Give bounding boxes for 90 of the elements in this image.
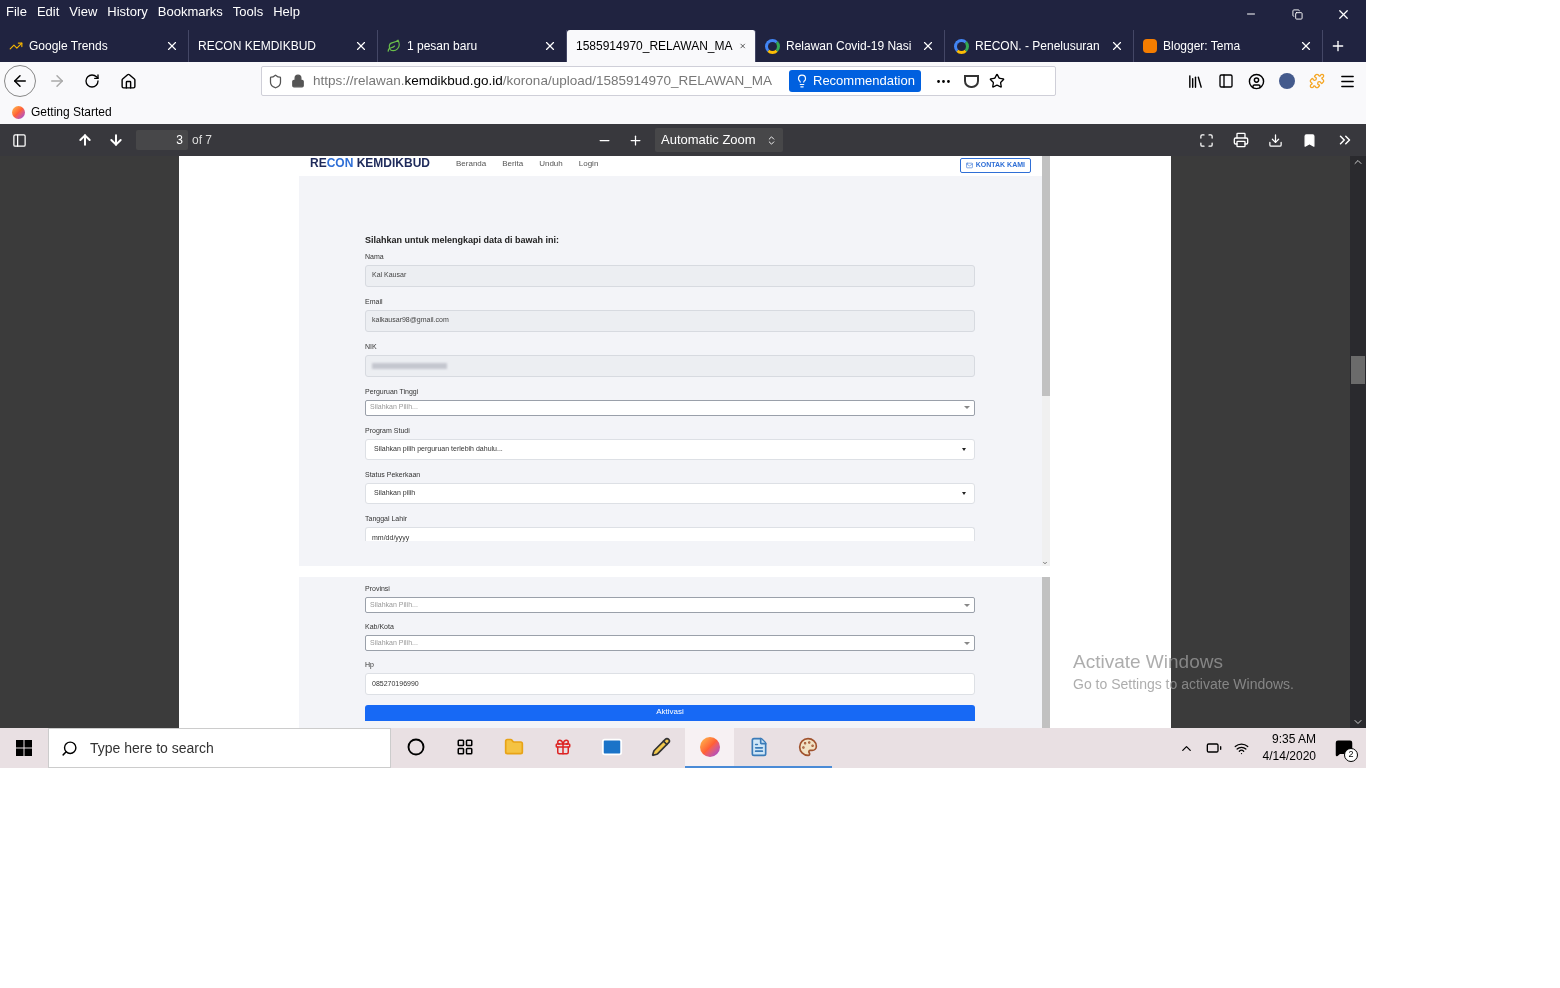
lightbulb-icon xyxy=(795,74,809,88)
g-logo-icon xyxy=(765,38,780,54)
updown-icon xyxy=(766,134,777,146)
sidebar-toggle-icon[interactable] xyxy=(12,132,27,148)
star-icon[interactable] xyxy=(988,73,1005,89)
caret-icon xyxy=(962,447,966,451)
input-field[interactable] xyxy=(365,354,975,377)
blogger-icon xyxy=(1143,39,1157,53)
mail-icon xyxy=(965,162,973,169)
menu-item[interactable]: File xyxy=(6,2,27,22)
zoom-select[interactable]: Automatic Zoom xyxy=(655,128,783,152)
previous-page-icon[interactable] xyxy=(77,132,93,148)
page-number-field[interactable]: 3 xyxy=(136,130,188,150)
url-text: https://relawan.kemdikbud.go.id/korona/upload/1585914970_RELAWAN_MA xyxy=(313,71,774,90)
gift-icon xyxy=(553,738,572,756)
nav-link[interactable]: Login xyxy=(578,158,599,170)
tab-title: 1585914970_RELAWAN_MA xyxy=(576,38,733,55)
clock-time: 9:35 AM xyxy=(1271,731,1316,748)
recommendation-button[interactable]: Recommendation xyxy=(789,70,921,92)
nav-link[interactable]: Unduh xyxy=(539,158,563,170)
nav-link[interactable]: Beranda xyxy=(456,158,487,170)
menu-item[interactable]: Bookmarks xyxy=(157,2,223,22)
shield-icon xyxy=(268,73,283,89)
menu-item[interactable]: Help xyxy=(273,2,300,22)
browser-tab[interactable]: 1585914970_RELAWAN_MA xyxy=(567,30,756,62)
notification-count: 2 xyxy=(1344,748,1358,762)
search-icon xyxy=(61,739,78,757)
activation-message: Go to Settings to activate Windows. xyxy=(1073,674,1294,694)
bookmark-icon[interactable] xyxy=(1302,132,1317,148)
close-icon[interactable] xyxy=(543,39,557,53)
clock-date: 4/14/2020 xyxy=(1262,748,1316,765)
leaf-icon xyxy=(387,39,401,53)
windows-icon xyxy=(16,740,32,756)
presentation-icon[interactable] xyxy=(1199,132,1214,148)
library-icon[interactable] xyxy=(1187,72,1204,90)
pocket-icon[interactable] xyxy=(963,74,979,88)
close-icon[interactable] xyxy=(921,39,935,53)
reload-icon[interactable] xyxy=(84,73,100,89)
bookmark-item[interactable]: Getting Started xyxy=(31,103,112,121)
close-icon[interactable] xyxy=(165,39,179,53)
firefox-icon xyxy=(699,737,720,757)
tab-title: 1 pesan baru xyxy=(407,38,479,55)
restore-icon[interactable] xyxy=(1291,8,1303,20)
pencil-icon xyxy=(650,737,671,757)
page-count: of 7 xyxy=(192,132,212,149)
close-icon[interactable] xyxy=(1110,39,1124,53)
account-icon[interactable] xyxy=(1248,72,1265,90)
circle-icon xyxy=(406,738,425,756)
home-icon[interactable] xyxy=(120,72,137,90)
extension-icon[interactable] xyxy=(1279,73,1295,89)
search-field[interactable]: Type here to search xyxy=(48,728,391,768)
firefox-icon xyxy=(12,105,25,119)
menu-item[interactable]: Edit xyxy=(36,2,60,22)
zoom-in-icon[interactable] xyxy=(628,132,643,148)
scroll-down-icon xyxy=(1042,560,1048,566)
tab-title: RECON KEMDIKBUD xyxy=(198,38,317,55)
download-icon[interactable] xyxy=(1268,132,1283,148)
placeholder: Type here to search xyxy=(90,738,214,758)
tab-title: Relawan Covid-19 Nasi xyxy=(786,38,913,55)
wifi-icon[interactable] xyxy=(1233,740,1249,756)
site-logo: RECON KEMDIKBUD xyxy=(310,156,430,171)
mail-icon xyxy=(600,736,623,758)
task-view-icon xyxy=(455,738,474,756)
next-page-icon[interactable] xyxy=(108,132,124,148)
address-bar[interactable]: https://relawan.kemdikbud.go.id/korona/upload/1585914970_RELAWAN_MA Recommendation xyxy=(261,66,1056,96)
caret-icon xyxy=(964,641,970,645)
tab-title: Blogger: Tema xyxy=(1163,38,1242,55)
caret-icon xyxy=(964,406,970,409)
folder-icon xyxy=(503,737,524,757)
form-heading: Silahkan untuk melengkapi data di bawah ini: xyxy=(365,234,561,247)
g-logo-icon xyxy=(954,38,969,54)
menu-item[interactable]: View xyxy=(69,2,98,22)
menu-item[interactable]: Tools xyxy=(232,2,264,22)
nav-link[interactable]: Berita xyxy=(502,158,524,170)
tab-title: RECON. - Penelusuran xyxy=(975,38,1101,55)
palette-icon xyxy=(797,737,818,757)
caret-icon xyxy=(964,603,970,607)
lock-icon xyxy=(291,74,305,88)
new-tab-icon[interactable] xyxy=(1330,38,1346,54)
tab-title: Google Trends xyxy=(29,38,109,55)
print-icon[interactable] xyxy=(1233,132,1249,148)
close-icon[interactable] xyxy=(1299,39,1313,53)
battery-icon[interactable] xyxy=(1205,740,1222,756)
scrollbar-thumb[interactable] xyxy=(1351,356,1365,384)
notification-button[interactable]: 2 xyxy=(1330,734,1358,762)
menu-item[interactable]: History xyxy=(107,2,148,22)
caret-icon xyxy=(962,491,966,495)
submit-button[interactable]: Aktivasi xyxy=(365,705,975,721)
close-icon[interactable] xyxy=(354,39,368,53)
sidebar-icon[interactable] xyxy=(1218,73,1234,89)
